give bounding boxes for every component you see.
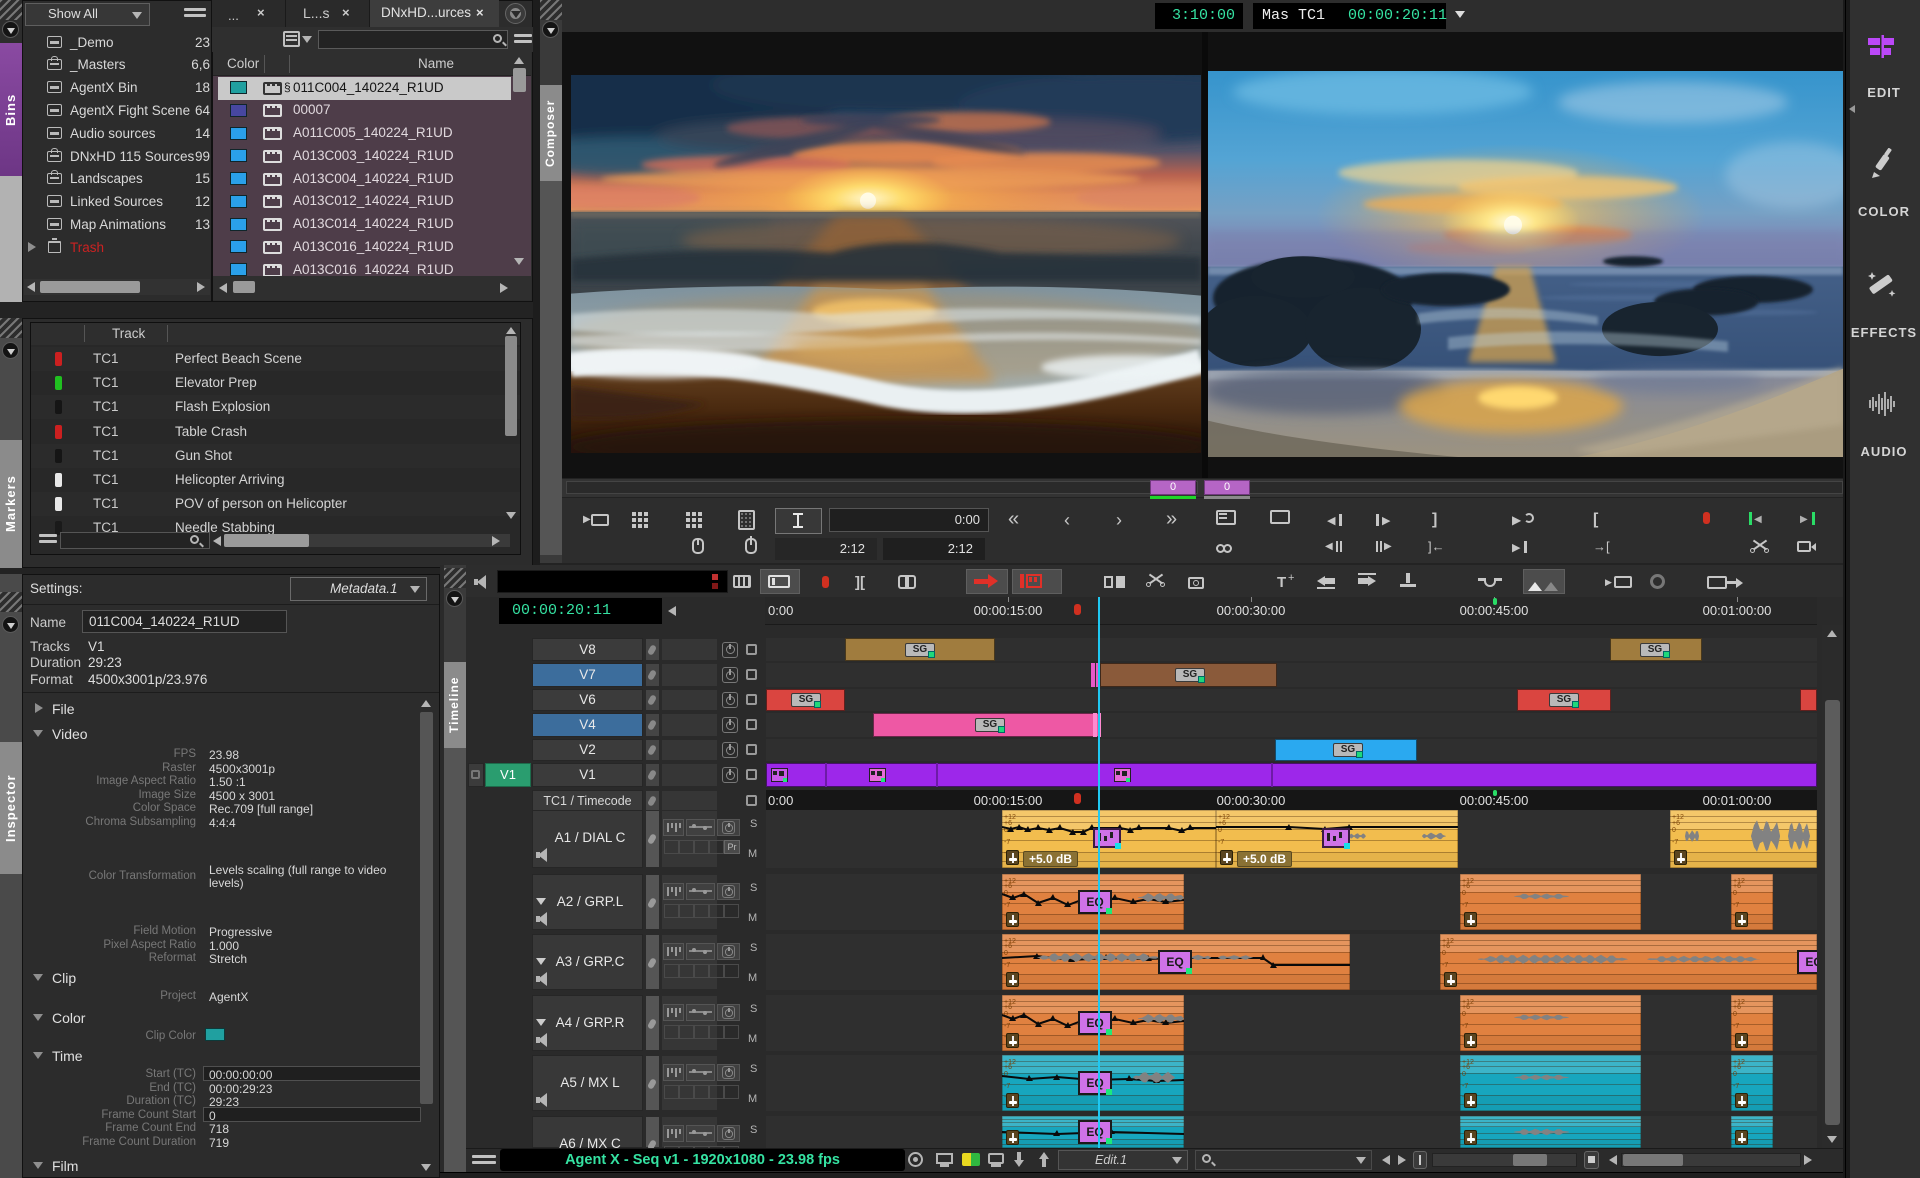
svg-text:-7: -7 [1733, 902, 1739, 909]
svg-text:0: 0 [1462, 1071, 1466, 1078]
svg-text:-7: -7 [1004, 1023, 1010, 1030]
svg-text:+6: +6 [1733, 883, 1741, 890]
svg-text:-7: -7 [1462, 1083, 1468, 1090]
svg-text:0: 0 [1733, 1071, 1737, 1078]
svg-text:+6: +6 [1462, 1064, 1470, 1071]
svg-text:-7: -7 [1004, 1083, 1010, 1090]
svg-text:-7: -7 [1004, 839, 1010, 846]
svg-text:+6: +6 [1004, 943, 1012, 950]
svg-text:-7: -7 [1672, 839, 1678, 846]
svg-text:0: 0 [1733, 890, 1737, 897]
svg-text:+6: +6 [1733, 1004, 1741, 1011]
svg-text:-7: -7 [1218, 839, 1224, 846]
svg-text:-7: -7 [1442, 962, 1448, 969]
svg-text:0: 0 [1462, 1011, 1466, 1018]
svg-text:0: 0 [1004, 950, 1008, 957]
svg-text:+6: +6 [1462, 1004, 1470, 1011]
svg-text:+6: +6 [1218, 820, 1226, 827]
svg-text:0: 0 [1672, 827, 1676, 834]
svg-text:0: 0 [1218, 827, 1222, 834]
svg-text:+6: +6 [1442, 943, 1450, 950]
svg-text:-7: -7 [1004, 962, 1010, 969]
svg-text:0: 0 [1442, 950, 1446, 957]
svg-text:+6: +6 [1004, 1064, 1012, 1071]
svg-text:-7: -7 [1462, 902, 1468, 909]
svg-text:+6: +6 [1004, 1004, 1012, 1011]
svg-text:-7: -7 [1733, 1023, 1739, 1030]
svg-text:+6: +6 [1004, 883, 1012, 890]
svg-text:-7: -7 [1462, 1023, 1468, 1030]
svg-text:+6: +6 [1672, 820, 1680, 827]
svg-text:+6: +6 [1462, 883, 1470, 890]
svg-text:-7: -7 [1733, 1083, 1739, 1090]
svg-text:0: 0 [1462, 890, 1466, 897]
svg-text:+6: +6 [1733, 1064, 1741, 1071]
svg-text:+6: +6 [1004, 820, 1012, 827]
svg-text:0: 0 [1733, 1011, 1737, 1018]
svg-text:-7: -7 [1004, 902, 1010, 909]
